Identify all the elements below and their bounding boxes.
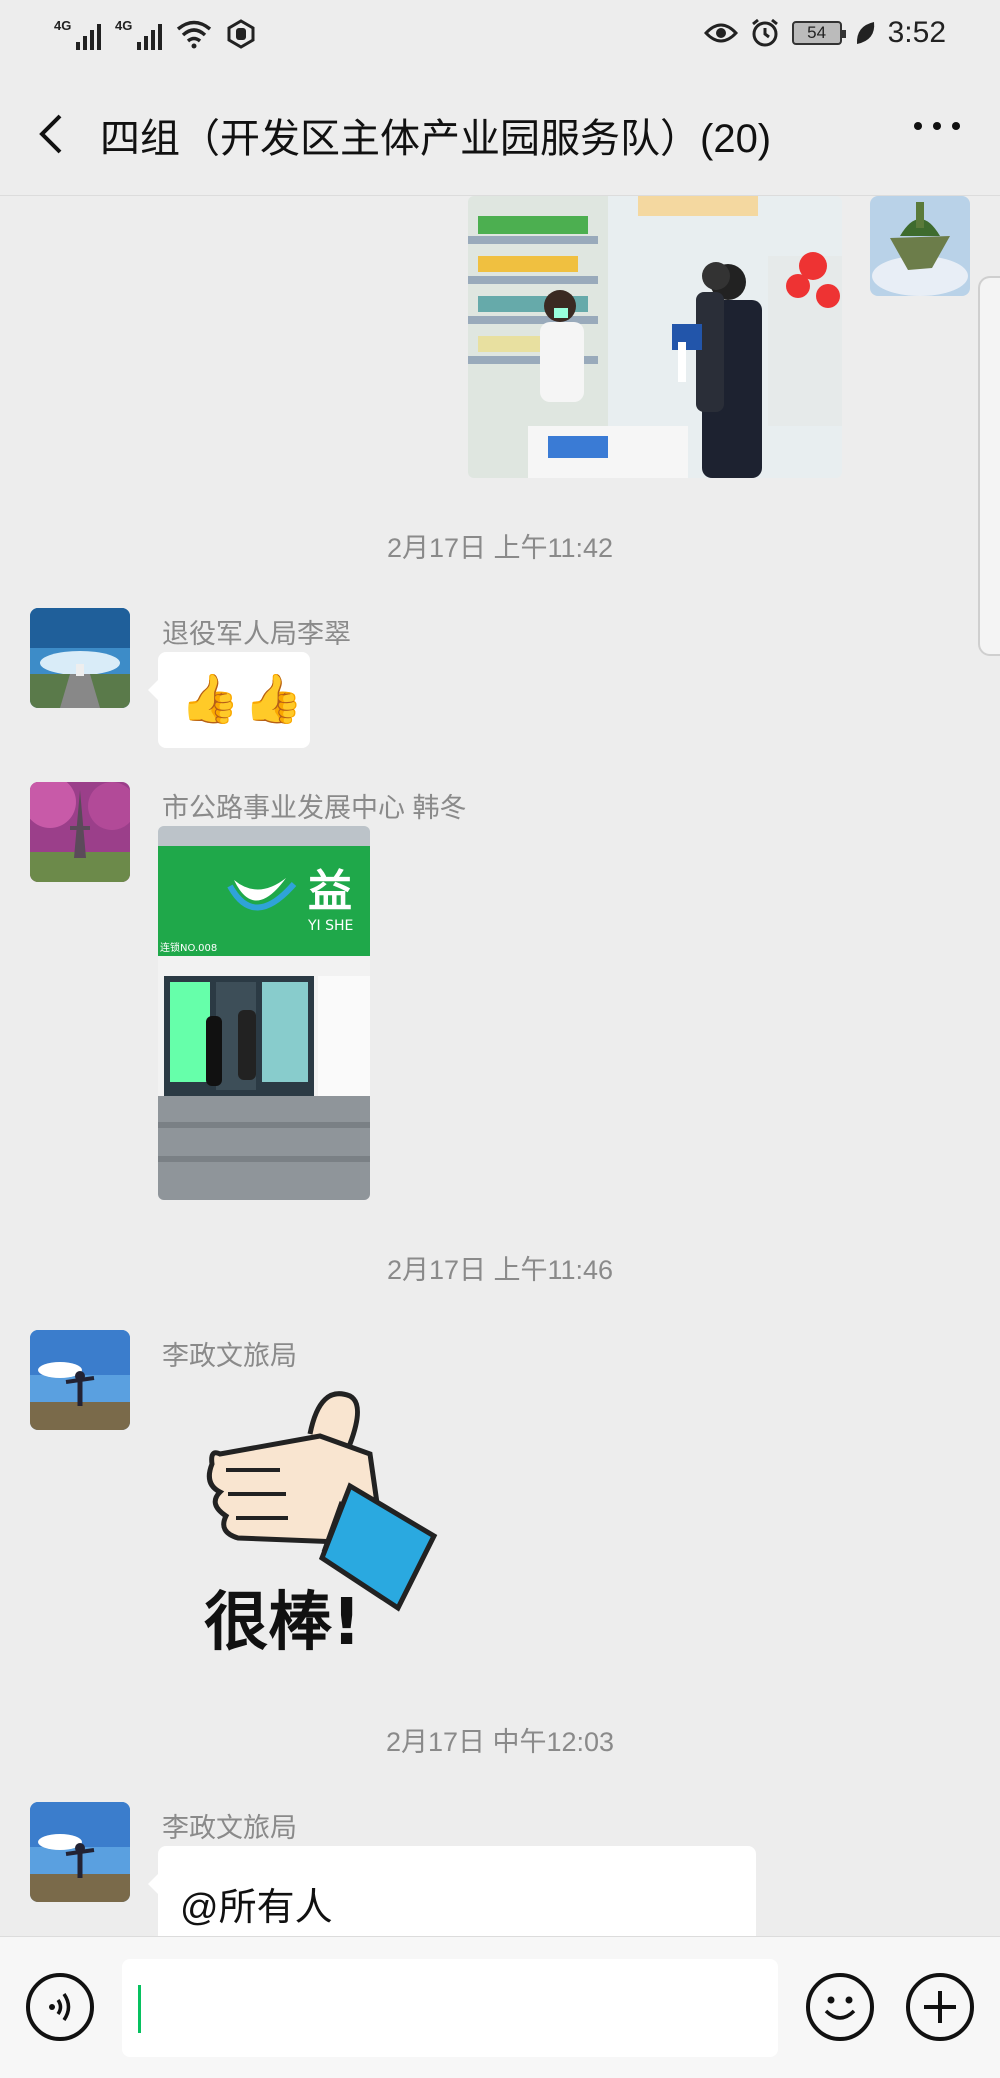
text-caret	[138, 1985, 141, 2033]
status-right: 54 3:52	[703, 16, 946, 50]
sticker-caption: 很棒!	[204, 1586, 361, 1660]
plus-icon[interactable]	[906, 1973, 974, 2041]
network-type-2: 4G	[115, 18, 133, 33]
avatar-sender-3[interactable]	[30, 1330, 130, 1430]
timestamp: 2月17日 上午11:42	[386, 533, 614, 563]
leaf-icon	[856, 22, 874, 44]
store-sign-small: 连锁NO.008	[160, 941, 217, 954]
store-sign-text: 益	[308, 866, 352, 917]
store-sign-en: YI SHE	[307, 918, 353, 934]
clock-time: 3:52	[887, 16, 946, 49]
status-bar: 4G 4G 54 3:52	[0, 0, 1000, 72]
sender-name: 李政文旅局	[162, 1341, 297, 1371]
thumbs-up-icon: 👍👍	[180, 673, 308, 726]
chat-header: 四组（开发区主体产业园服务队）(20)	[0, 72, 1000, 196]
emoji-icon[interactable]	[806, 1973, 874, 2041]
chat-title: 四组（开发区主体产业园服务队）(20)	[100, 117, 772, 161]
pharmacy-storefront-photo[interactable]: 益 YI SHE 连锁NO.008	[158, 826, 370, 1200]
alarm-icon	[751, 18, 778, 47]
more-icon[interactable]	[914, 122, 960, 130]
message-text: @所有人	[180, 1887, 333, 1929]
input-bar	[0, 1936, 1000, 2078]
message-input[interactable]	[122, 1959, 778, 2057]
back-icon[interactable]	[32, 112, 76, 156]
avatar-sender-4[interactable]	[30, 1802, 130, 1902]
message-bubble[interactable]: 👍👍	[148, 652, 310, 748]
battery-level: 54	[807, 23, 827, 42]
message-bubble[interactable]: @所有人	[148, 1846, 756, 1936]
avatar-sender-1[interactable]	[30, 608, 130, 708]
sender-name: 市公路事业发展中心 韩冬	[162, 793, 467, 823]
voice-icon[interactable]	[26, 1973, 94, 2041]
timestamp: 2月17日 中午12:03	[385, 1727, 615, 1757]
message-list[interactable]: 2月17日 上午11:42 退役军人局李翠 👍👍 市公路事业发展中心 韩冬 益 …	[0, 196, 1000, 1936]
network-type-1: 4G	[54, 18, 72, 33]
battery-icon: 54	[791, 21, 846, 45]
sender-name: 退役军人局李翠	[162, 619, 351, 649]
hand-icon	[227, 19, 255, 49]
status-left: 4G 4G	[54, 18, 256, 50]
own-avatar[interactable]	[870, 196, 970, 296]
eye-icon	[703, 23, 738, 43]
signal-icon: 4G	[54, 18, 101, 50]
sender-name: 李政文旅局	[162, 1813, 297, 1843]
pharmacy-interior-photo[interactable]	[468, 196, 842, 478]
scroll-handle[interactable]	[978, 276, 1000, 656]
thumbs-up-sticker[interactable]: 很棒!	[190, 1374, 450, 1674]
signal-icon: 4G	[115, 18, 162, 50]
timestamp: 2月17日 上午11:46	[386, 1255, 614, 1285]
avatar-sender-2[interactable]	[30, 782, 130, 882]
wifi-icon	[176, 20, 212, 49]
